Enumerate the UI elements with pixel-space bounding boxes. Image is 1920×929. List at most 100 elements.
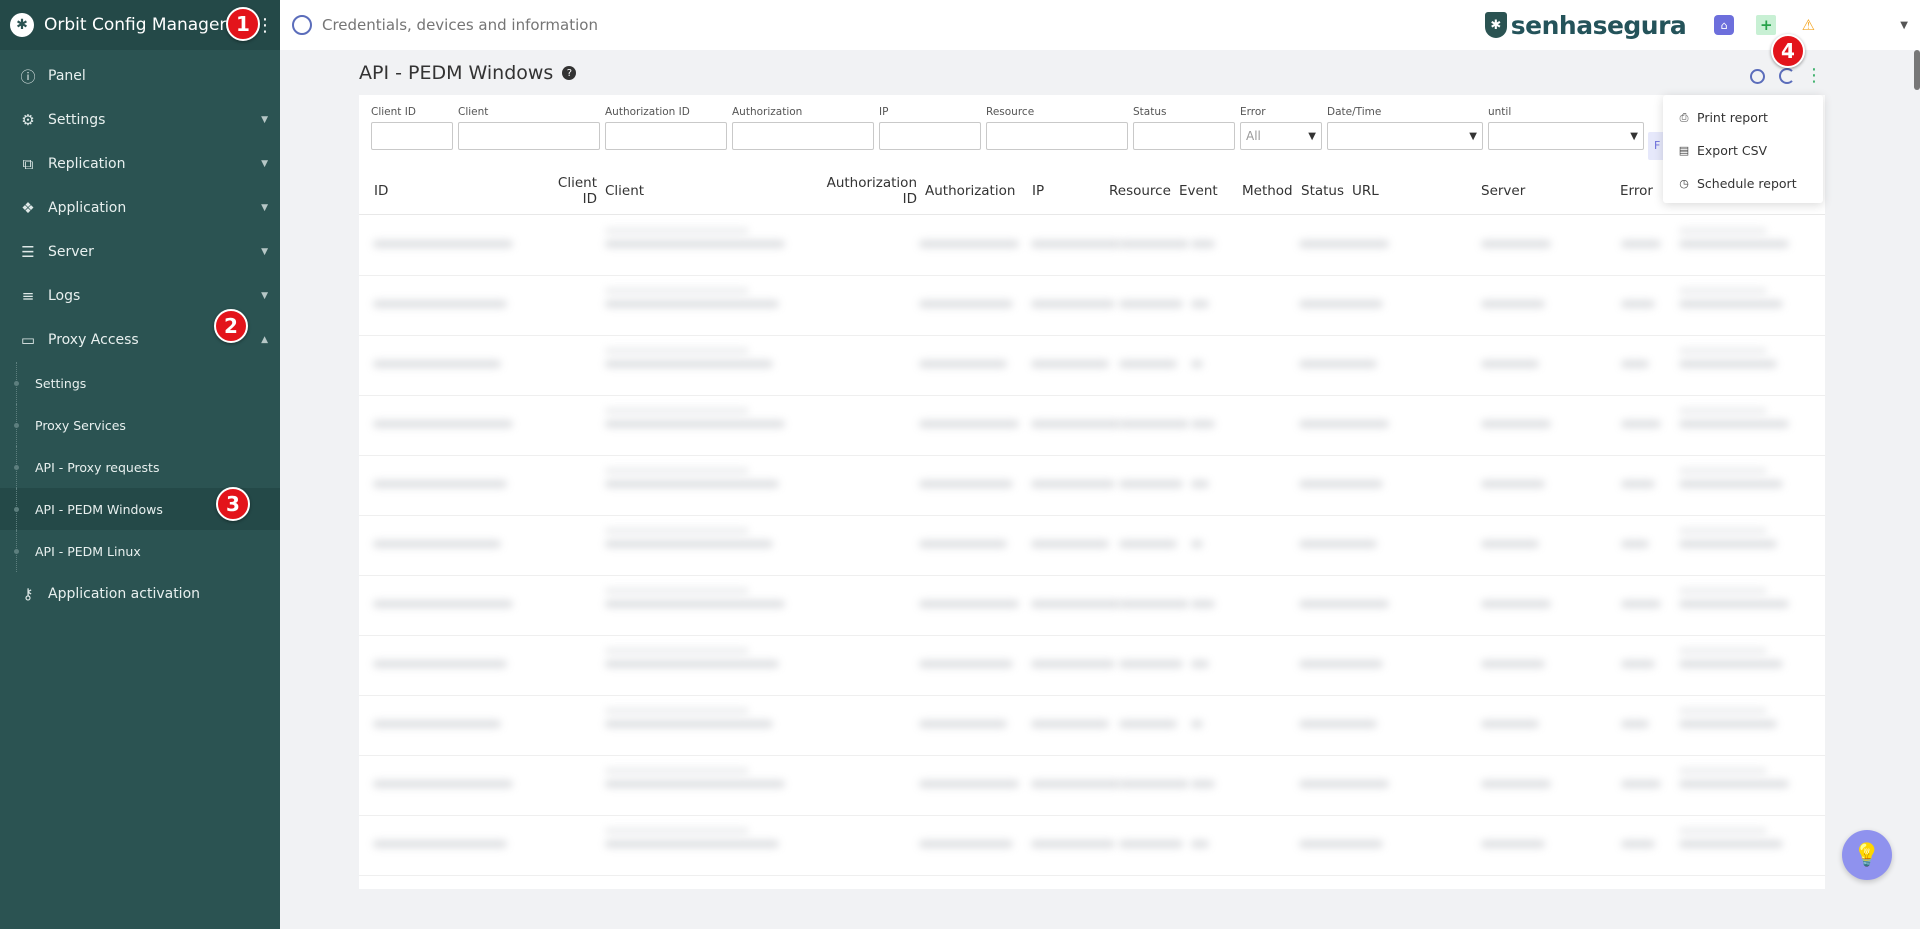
copy-icon: ⧉ — [22, 155, 34, 173]
table-row[interactable] — [359, 456, 1825, 516]
user-menu-caret-icon[interactable]: ▼ — [1900, 20, 1908, 31]
client-input[interactable] — [458, 122, 600, 150]
column-header-ip[interactable]: IP — [1032, 167, 1044, 215]
sidebar-item-server[interactable]: ☰ Server ▼ — [0, 230, 280, 274]
status-input[interactable] — [1133, 122, 1235, 150]
more-options-icon[interactable]: ⋮ — [1805, 67, 1823, 85]
sidebar-item-application-activation[interactable]: ⚷ Application activation — [0, 572, 280, 616]
sidebar-item-settings[interactable]: ⚙ Settings ▼ — [0, 98, 280, 142]
refresh-icon[interactable] — [1779, 68, 1795, 84]
gears-icon: ⚙ — [21, 111, 35, 129]
column-header-authorization-id[interactable]: Authorization ID — [827, 167, 917, 215]
add-document-icon[interactable]: + — [1756, 15, 1777, 35]
table-row[interactable] — [359, 216, 1825, 276]
sidebar-item-application[interactable]: ❖ Application ▼ — [0, 186, 280, 230]
redacted-cell — [1031, 780, 1121, 788]
table-row[interactable] — [359, 576, 1825, 636]
sidebar-subitem-label: API - PEDM Linux — [35, 543, 141, 559]
global-search-input[interactable] — [322, 16, 822, 34]
redacted-cell — [1679, 468, 1767, 474]
sidebar-subitem-api-pedm-linux[interactable]: API - PEDM Linux — [0, 530, 280, 572]
table-row[interactable] — [359, 636, 1825, 696]
menu-item-export-csv[interactable]: ▤ Export CSV — [1663, 134, 1823, 167]
search-icon[interactable] — [1750, 68, 1765, 84]
main-content: API - PEDM Windows ? ⋮ Client ID Client … — [359, 50, 1831, 889]
error-select[interactable]: All ▼ — [1240, 122, 1322, 150]
resource-input[interactable] — [986, 122, 1128, 150]
chevron-down-icon: ▼ — [1469, 130, 1477, 142]
client-id-input[interactable] — [371, 122, 453, 150]
redacted-cell — [1481, 780, 1551, 788]
column-header-authorization[interactable]: Authorization — [925, 167, 1015, 215]
filter-label: Status — [1133, 106, 1167, 118]
column-header-resource[interactable]: Resource — [1109, 167, 1171, 215]
redacted-cell — [1679, 420, 1789, 428]
redacted-cell — [1299, 780, 1389, 788]
redacted-cell — [1679, 780, 1789, 788]
annotation-badge-1: 1 — [226, 7, 260, 41]
column-header-id[interactable]: ID — [374, 167, 388, 215]
menu-item-schedule-report[interactable]: ◷ Schedule report — [1663, 167, 1823, 200]
sidebar-subitem-proxy-services[interactable]: Proxy Services — [0, 404, 280, 446]
filter-until: until ▼ — [1488, 105, 1644, 150]
sidebar-item-panel[interactable]: ⓘ Panel — [0, 54, 280, 98]
table-row[interactable] — [359, 276, 1825, 336]
column-header-error[interactable]: Error — [1620, 167, 1653, 215]
warning-icon[interactable]: ⚠ — [1798, 15, 1818, 35]
table-row[interactable] — [359, 756, 1825, 816]
column-header-method[interactable]: Method — [1242, 167, 1293, 215]
redacted-cell — [605, 240, 785, 248]
table-row[interactable] — [359, 816, 1825, 876]
redacted-cell — [1191, 840, 1209, 848]
table-row[interactable] — [359, 516, 1825, 576]
redacted-cell — [1191, 660, 1209, 668]
redacted-cell — [1119, 840, 1183, 848]
table-row[interactable] — [359, 696, 1825, 756]
server-icon: ☰ — [21, 243, 35, 261]
proxy-access-submenu: Settings Proxy Services API - Proxy requ… — [0, 362, 280, 572]
redacted-cell — [1119, 600, 1189, 608]
filter-resource: Resource — [986, 105, 1128, 150]
redacted-cell — [1621, 300, 1655, 308]
redacted-cell — [605, 648, 749, 654]
redacted-cell — [1031, 720, 1109, 728]
filter-label: Authorization ID — [605, 106, 690, 118]
table-row[interactable] — [359, 396, 1825, 456]
sidebar-item-label: Logs — [48, 288, 81, 304]
column-header-event[interactable]: Event — [1179, 167, 1218, 215]
redacted-cell — [1679, 708, 1767, 714]
home-icon[interactable]: ⌂ — [1714, 15, 1735, 35]
sidebar-item-replication[interactable]: ⧉ Replication ▼ — [0, 142, 280, 186]
redacted-cell — [605, 300, 779, 308]
authorization-input[interactable] — [732, 122, 874, 150]
redacted-cell — [605, 480, 779, 488]
column-header-client-id[interactable]: Client ID — [552, 167, 597, 215]
redacted-cell — [1621, 420, 1661, 428]
sidebar-item-label: Replication — [48, 156, 126, 172]
sidebar-subitem-api-proxy-requests[interactable]: API - Proxy requests — [0, 446, 280, 488]
redacted-cell — [605, 720, 773, 728]
lightbulb-icon[interactable]: 💡 — [1842, 830, 1892, 880]
authorization-id-input[interactable] — [605, 122, 727, 150]
date-from-select[interactable]: ▼ — [1327, 122, 1483, 150]
chevron-down-icon: ▼ — [1630, 130, 1638, 142]
filter-label: Authorization — [732, 106, 803, 118]
sidebar-subitem-settings[interactable]: Settings — [0, 362, 280, 404]
ip-input[interactable] — [879, 122, 981, 150]
redacted-cell — [1299, 600, 1389, 608]
table-row[interactable] — [359, 336, 1825, 396]
redacted-cell — [1481, 600, 1551, 608]
redacted-cell — [605, 360, 773, 368]
page-scrollbar[interactable] — [1914, 50, 1920, 90]
help-icon[interactable]: ? — [562, 66, 577, 80]
filter-client-id: Client ID — [371, 105, 453, 150]
monitor-icon: ▭ — [20, 331, 36, 349]
chevron-down-icon: ▼ — [1308, 130, 1316, 142]
date-until-select[interactable]: ▼ — [1488, 122, 1644, 150]
column-header-url[interactable]: URL — [1352, 167, 1379, 215]
column-header-status[interactable]: Status — [1301, 167, 1344, 215]
column-header-server[interactable]: Server — [1481, 167, 1525, 215]
menu-item-print-report[interactable]: ⎙ Print report — [1663, 101, 1823, 134]
column-header-client[interactable]: Client — [605, 167, 644, 215]
sidebar-item-label: Settings — [48, 112, 106, 128]
